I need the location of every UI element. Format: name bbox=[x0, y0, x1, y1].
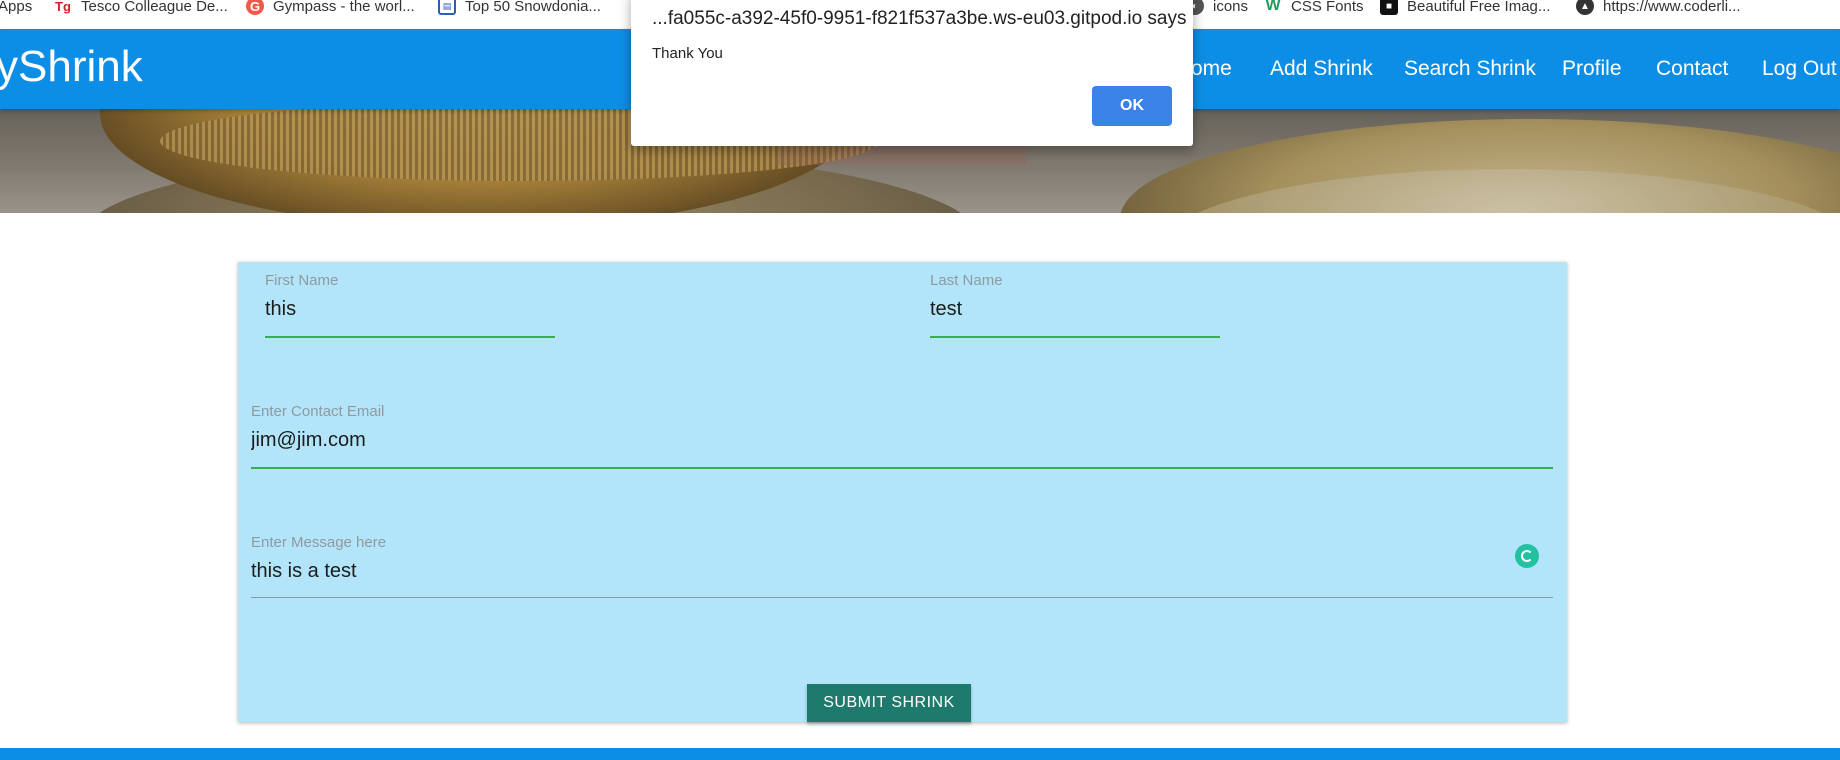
last-name-underline bbox=[930, 336, 1220, 338]
bookmark-label: icons bbox=[1213, 0, 1249, 15]
dialog-ok-button[interactable]: OK bbox=[1092, 86, 1172, 126]
brand-logo[interactable]: yShrink bbox=[0, 45, 143, 89]
bookmark-icons[interactable]: ◐ icons bbox=[1186, 0, 1248, 18]
bookmark-coderlink[interactable]: ▲ https://www.coderli... bbox=[1576, 0, 1741, 18]
bookmark-apps[interactable]: Apps bbox=[0, 0, 32, 18]
last-name-input[interactable] bbox=[930, 292, 1220, 326]
bookmark-label: Gympass - the worl... bbox=[273, 0, 415, 15]
first-name-label: First Name bbox=[265, 272, 339, 289]
bookmark-gympass[interactable]: G Gympass - the worl... bbox=[246, 0, 415, 18]
gympass-icon: G bbox=[246, 0, 264, 15]
footer-bar bbox=[0, 748, 1840, 760]
bookmark-label: CSS Fonts bbox=[1291, 0, 1364, 15]
email-underline bbox=[251, 467, 1553, 469]
document-icon: ▤ bbox=[438, 0, 456, 15]
contact-form-card: First Name Last Name Enter Contact Email… bbox=[238, 262, 1567, 722]
bookmark-apps-label: Apps bbox=[0, 0, 33, 15]
nav-search-shrink[interactable]: Search Shrink bbox=[1404, 57, 1536, 81]
bookmark-label: https://www.coderli... bbox=[1603, 0, 1741, 15]
w3schools-icon: W bbox=[1265, 0, 1281, 14]
bookmark-tesco[interactable]: Tg Tesco Colleague De... bbox=[54, 0, 228, 18]
nav-add-shrink[interactable]: Add Shrink bbox=[1270, 57, 1373, 81]
nav-contact[interactable]: Contact bbox=[1656, 57, 1728, 81]
tesco-icon: Tg bbox=[55, 0, 71, 14]
coder-icon: ▲ bbox=[1576, 0, 1594, 15]
message-label: Enter Message here bbox=[251, 534, 387, 551]
nav-profile[interactable]: Profile bbox=[1562, 57, 1622, 81]
email-input[interactable] bbox=[251, 423, 1553, 457]
alert-dialog: ...fa055c-a392-45f0-9951-f821f537a3be.ws… bbox=[631, 0, 1193, 146]
nav-home[interactable]: ome bbox=[1191, 57, 1232, 81]
unsplash-icon: ■ bbox=[1380, 0, 1398, 15]
bookmark-label: Beautiful Free Imag... bbox=[1407, 0, 1551, 15]
message-input[interactable] bbox=[251, 554, 1501, 588]
bookmark-unsplash[interactable]: ■ Beautiful Free Imag... bbox=[1380, 0, 1550, 18]
submit-shrink-button[interactable]: SUBMIT SHRINK bbox=[807, 684, 971, 722]
bookmark-css-fonts[interactable]: W CSS Fonts bbox=[1264, 0, 1364, 18]
bookmark-label: Top 50 Snowdonia... bbox=[465, 0, 601, 15]
loading-spinner-icon bbox=[1515, 544, 1539, 568]
first-name-underline bbox=[265, 336, 555, 338]
message-underline bbox=[251, 597, 1553, 598]
dialog-title: ...fa055c-a392-45f0-9951-f821f537a3be.ws… bbox=[652, 8, 1187, 29]
bookmark-label: Tesco Colleague De... bbox=[81, 0, 228, 15]
nav-logout[interactable]: Log Out bbox=[1762, 57, 1837, 81]
first-name-input[interactable] bbox=[265, 292, 555, 326]
last-name-label: Last Name bbox=[930, 272, 1003, 289]
email-label: Enter Contact Email bbox=[251, 403, 385, 420]
bookmark-snowdonia[interactable]: ▤ Top 50 Snowdonia... bbox=[438, 0, 601, 18]
dialog-message: Thank You bbox=[652, 45, 723, 62]
